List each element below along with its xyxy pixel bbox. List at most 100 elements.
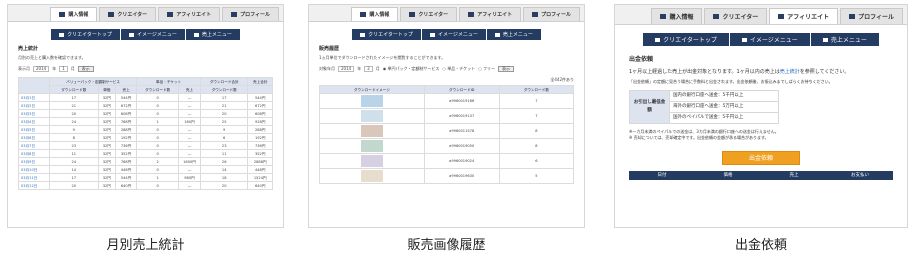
table-row: 03月1日 17 32円 544円 0—17 544円 <box>18 93 273 102</box>
tab-purchase[interactable]: 購入情報 <box>651 8 703 24</box>
cart-icon <box>360 12 367 17</box>
table-cell: 672円 <box>247 101 273 110</box>
thumbnail-cell <box>319 153 425 169</box>
tab-creator[interactable]: クリエイター <box>99 7 157 21</box>
caption-monthly-sales: 月別売上統計 <box>106 238 185 253</box>
tab-affiliate[interactable]: アフィリエイト <box>769 8 839 24</box>
day-link[interactable]: 03月4日 <box>18 117 50 126</box>
table-cell: 160円 <box>178 117 201 126</box>
withdraw-request-button[interactable]: 出金依頼 <box>722 151 800 165</box>
tab-purchase[interactable]: 購入情報 <box>50 7 98 21</box>
thumbnail-image[interactable] <box>360 140 383 152</box>
day-link[interactable]: 03月10日 <box>18 165 50 174</box>
caption-withdrawal: 出金依頼 <box>734 238 787 253</box>
tab-creator[interactable]: クリエイター <box>400 7 458 21</box>
table-cell: 544円 <box>114 93 138 102</box>
table-cell: 2 <box>136 157 180 166</box>
type-radio-2[interactable]: ○ 単品・チケット <box>442 66 475 72</box>
thumbnail-image[interactable] <box>360 95 383 107</box>
table-cell: 608円 <box>247 109 273 118</box>
thumbnail-image[interactable] <box>360 110 383 122</box>
table-cell: 768円 <box>114 157 138 166</box>
tab-affiliate[interactable]: アフィリエイト <box>158 7 221 21</box>
table-cell: 21 <box>48 101 99 110</box>
day-link[interactable]: 03月8日 <box>18 149 50 158</box>
month-select[interactable]: 2 <box>364 66 373 72</box>
day-link[interactable]: 03月7日 <box>18 141 50 150</box>
download-count: 7 <box>498 108 575 124</box>
nav-sales-menu[interactable]: 売上メニュー <box>185 29 240 40</box>
cart-icon <box>660 14 667 19</box>
day-link[interactable]: 03月5日 <box>18 125 50 134</box>
table-cell: 11 <box>199 149 249 158</box>
table-cell: 0 <box>136 181 180 190</box>
type-radio-3[interactable]: ○ フリー <box>478 66 495 72</box>
thumbnail-image[interactable] <box>360 155 383 167</box>
table-cell: 608円 <box>114 109 138 118</box>
table-cell: — <box>178 149 201 158</box>
nav-sales-menu[interactable]: 売上メニュー <box>810 33 879 46</box>
table-cell: 736円 <box>114 141 138 150</box>
download-id: a9960019050 <box>423 138 500 154</box>
download-count: 6 <box>498 153 575 169</box>
year-select[interactable]: 2014 <box>33 66 50 72</box>
col-group-value-pack: バリューパック・定額制サービス <box>48 77 138 86</box>
day-link[interactable]: 03月3日 <box>18 109 50 118</box>
table-row: 03月9日 24 32円 768円 2 1600円 26 2888円 <box>18 157 273 166</box>
menu-bar: クリエイタートップ イメージメニュー 売上メニュー <box>309 29 584 40</box>
tab-profile[interactable]: プロフィール <box>840 8 903 24</box>
table-cell: 1 <box>136 173 180 182</box>
table-cell: 14 <box>199 165 249 174</box>
tab-profile[interactable]: プロフィール <box>222 7 279 21</box>
table-cell: 25 <box>199 117 249 126</box>
year-select[interactable]: 2014 <box>338 66 355 72</box>
table-cell: — <box>178 133 201 142</box>
panel-sales-history: 購入情報 クリエイター アフィリエイト プロフィール クリエイタートップ イメー… <box>308 4 585 228</box>
document-icon <box>778 14 785 19</box>
history-table-body: a9960019186 7 a9960019137 7 a9960011578 8 a996… <box>319 93 575 184</box>
cart-icon <box>59 12 66 17</box>
type-radio-1[interactable]: ◉ 単円パック・定額制サービス <box>383 66 440 72</box>
page-title: 販売履歴 <box>319 46 340 52</box>
table-cell: 32円 <box>97 173 116 182</box>
day-link[interactable]: 03月2日 <box>18 101 50 110</box>
image-icon <box>429 32 435 37</box>
chart-icon <box>822 37 828 42</box>
day-link[interactable]: 03月12日 <box>18 181 50 190</box>
nav-creator-top[interactable]: クリエイタートップ <box>51 29 120 40</box>
table-row: a9960019050 8 <box>319 138 575 154</box>
table-cell: 352円 <box>114 149 138 158</box>
nav-image-menu[interactable]: イメージメニュー <box>120 29 185 40</box>
table-cell: 0 <box>136 125 180 134</box>
show-button[interactable]: 表示 <box>497 66 514 72</box>
day-link[interactable]: 03月6日 <box>18 133 50 142</box>
thumbnail-image[interactable] <box>360 170 383 182</box>
document-icon <box>468 12 475 17</box>
sales-table-body: 03月1日 17 32円 544円 0—17 544円 03月2日 21 32円 672円 0—21… <box>18 93 273 190</box>
tab-profile[interactable]: プロフィール <box>523 7 580 21</box>
table-cell: 1524円 <box>247 173 273 182</box>
table-cell: 17 <box>48 93 99 102</box>
nav-creator-top[interactable]: クリエイタートップ <box>643 33 729 46</box>
nav-sales-menu[interactable]: 売上メニュー <box>486 29 541 40</box>
nav-image-menu[interactable]: イメージメニュー <box>421 29 486 40</box>
show-button[interactable]: 表示 <box>77 66 94 72</box>
camera-icon <box>108 12 115 17</box>
table-cell: 448円 <box>247 165 273 174</box>
nav-creator-top[interactable]: クリエイタートップ <box>352 29 421 40</box>
day-link[interactable]: 03月9日 <box>18 157 50 166</box>
thumbnail-image[interactable] <box>360 125 383 137</box>
day-link[interactable]: 03月1日 <box>18 93 50 102</box>
history-header: 日付 価格 売上 お支払い <box>629 171 893 180</box>
table-cell: 0 <box>136 93 180 102</box>
table-cell: 0 <box>136 101 180 110</box>
table-cell: 9 <box>199 125 249 134</box>
tab-creator[interactable]: クリエイター <box>704 8 768 24</box>
day-link[interactable]: 03月11日 <box>18 173 50 182</box>
top-tabs: 購入情報 クリエイター アフィリエイト プロフィール <box>615 5 907 25</box>
tab-affiliate[interactable]: アフィリエイト <box>459 7 522 21</box>
nav-image-menu[interactable]: イメージメニュー <box>729 33 810 46</box>
sales-stats-link[interactable]: 売上統計 <box>780 69 800 75</box>
month-select[interactable]: 1 <box>59 66 68 72</box>
tab-purchase[interactable]: 購入情報 <box>351 7 399 21</box>
